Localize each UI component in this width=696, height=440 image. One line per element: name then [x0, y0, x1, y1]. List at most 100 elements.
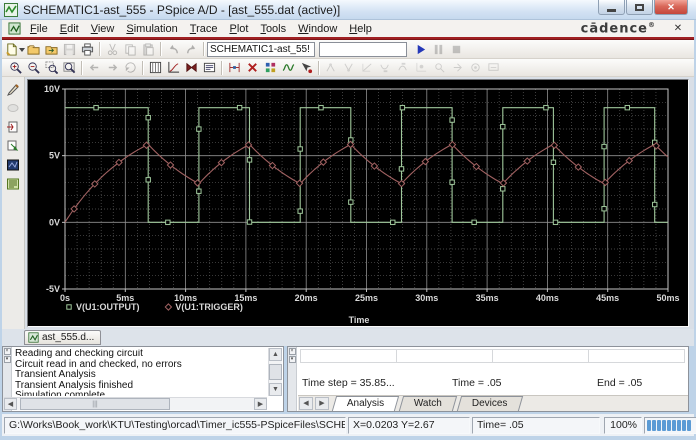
tabs-scroll-left-icon[interactable]: ◀ — [299, 397, 313, 410]
panel-close-icon[interactable]: × — [289, 348, 296, 355]
log-vertical-scrollbar[interactable]: ▲ ▼ — [268, 348, 282, 396]
legend-menu-icon — [203, 61, 216, 74]
tab-watch[interactable]: Watch — [399, 396, 457, 411]
toggle-cursor-button[interactable] — [297, 60, 315, 76]
append-file-icon — [45, 43, 58, 56]
menu-item-tools[interactable]: Tools — [254, 22, 292, 36]
log-line: Simulation complete — [15, 391, 267, 396]
menu-item-help[interactable]: Help — [343, 22, 378, 36]
zoom-area-icon — [45, 61, 58, 74]
menu-item-plot[interactable]: Plot — [223, 22, 254, 36]
log-horizontal-scrollbar[interactable]: ◀ ||| ▶ — [4, 397, 267, 410]
zoom-area-button[interactable] — [42, 60, 60, 76]
waveform-plot[interactable]: 0s5ms10ms15ms20ms25ms30ms35ms40ms45ms50m… — [29, 81, 687, 325]
svg-text:V(U1:OUTPUT): V(U1:OUTPUT) — [76, 302, 140, 312]
view-netlist-icon — [6, 177, 20, 191]
cadence-logo: cādence® — [581, 21, 656, 36]
toolbar-separator — [203, 42, 204, 56]
label-point-button — [484, 60, 502, 76]
panel-pin-icon[interactable]: ▾ — [289, 356, 296, 363]
open-file-button[interactable] — [24, 41, 42, 57]
forward-arrow-icon — [106, 61, 119, 74]
zoom-out-button[interactable] — [24, 60, 42, 76]
zoom-in-button[interactable] — [6, 60, 24, 76]
run-simulation-icon — [414, 43, 427, 56]
add-trace-button[interactable] — [279, 60, 297, 76]
sim-end-value: End = .05 — [597, 377, 642, 389]
legend-menu-button[interactable] — [200, 60, 218, 76]
close-button[interactable]: ✕ — [654, 0, 688, 15]
add-plot-button[interactable] — [146, 60, 164, 76]
add-trace-icon — [282, 61, 295, 74]
goto-schematic-button[interactable] — [4, 118, 22, 135]
toolbar-separator — [142, 61, 143, 75]
svg-text:0s: 0s — [60, 293, 70, 303]
stop-simulation-button — [447, 41, 465, 57]
sim-window-grip[interactable]: × ▾ — [288, 347, 297, 411]
tabs-scroll-right-icon[interactable]: ▶ — [315, 397, 329, 410]
svg-text:45ms: 45ms — [596, 293, 619, 303]
document-close-icon[interactable]: ✕ — [670, 22, 686, 35]
svg-text:10V: 10V — [44, 84, 60, 94]
tab-analysis[interactable]: Analysis — [332, 396, 400, 411]
copy-window-button[interactable] — [4, 137, 22, 154]
append-file-button[interactable] — [42, 41, 60, 57]
menu-item-window[interactable]: Window — [292, 22, 343, 36]
view-simulation-button[interactable] — [4, 156, 22, 173]
toolbar-separator — [160, 42, 161, 56]
panel-pin-icon[interactable]: ▾ — [4, 356, 11, 363]
save-icon — [63, 43, 76, 56]
left-toolbar — [2, 77, 25, 329]
menu-item-edit[interactable]: Edit — [54, 22, 85, 36]
scroll-up-icon[interactable]: ▲ — [269, 348, 282, 361]
back-arrow-button — [85, 60, 103, 76]
tab-devices[interactable]: Devices — [457, 396, 523, 411]
eval-goal-icon — [469, 61, 482, 74]
simulation-profile-combo[interactable]: SCHEMATIC1-ast_55! — [207, 42, 315, 57]
status-progress-percent: 100% — [604, 417, 642, 434]
document-tab-label: ast_555.d... — [42, 332, 94, 343]
document-tab[interactable]: ast_555.d... — [24, 330, 101, 345]
new-file-icon — [5, 43, 18, 56]
run-simulation-button[interactable] — [411, 41, 429, 57]
delete-trace-button[interactable] — [243, 60, 261, 76]
new-file-button[interactable] — [6, 41, 24, 57]
forward-arrow-button — [103, 60, 121, 76]
evaluate-measurement-button[interactable] — [261, 60, 279, 76]
copy-window-icon — [6, 139, 20, 153]
panel-close-icon[interactable]: × — [4, 348, 11, 355]
scroll-right-icon[interactable]: ▶ — [254, 398, 267, 410]
minimize-button[interactable] — [598, 0, 625, 15]
ellipse-tool-icon — [6, 101, 20, 115]
cursor-point-icon — [415, 61, 428, 74]
fourier-icon — [185, 61, 198, 74]
menu-item-file[interactable]: File — [24, 22, 54, 36]
stop-simulation-icon — [450, 43, 463, 56]
delete-trace-icon — [246, 61, 259, 74]
menu-item-view[interactable]: View — [85, 22, 121, 36]
scroll-down-icon[interactable]: ▼ — [269, 383, 282, 396]
view-netlist-button[interactable] — [4, 175, 22, 192]
cut-icon — [106, 43, 119, 56]
label-text-button[interactable] — [4, 80, 22, 97]
menu-item-trace[interactable]: Trace — [184, 22, 224, 36]
ellipse-tool-button — [4, 99, 22, 116]
scroll-thumb[interactable] — [269, 364, 282, 380]
toolbar-separator — [318, 61, 319, 75]
scroll-thumb[interactable]: ||| — [20, 398, 170, 410]
paste-icon — [142, 43, 155, 56]
cursor-max-icon — [397, 61, 410, 74]
time-step-value: Time step = 35.85... — [302, 377, 395, 389]
simulation-edit-input[interactable] — [319, 42, 407, 57]
maximize-button[interactable] — [626, 0, 653, 15]
print-button[interactable] — [78, 41, 96, 57]
menu-item-simulation[interactable]: Simulation — [120, 22, 183, 36]
fourier-button[interactable] — [182, 60, 200, 76]
log-x-axis-button[interactable] — [164, 60, 182, 76]
cursor-min-button — [376, 60, 394, 76]
output-window: × ▾ Reading and checking circuitCircuit … — [2, 346, 284, 412]
svg-text:-5V: -5V — [46, 284, 60, 294]
scroll-left-icon[interactable]: ◀ — [4, 398, 17, 410]
mark-data-points-button[interactable] — [225, 60, 243, 76]
zoom-fit-button[interactable] — [60, 60, 78, 76]
